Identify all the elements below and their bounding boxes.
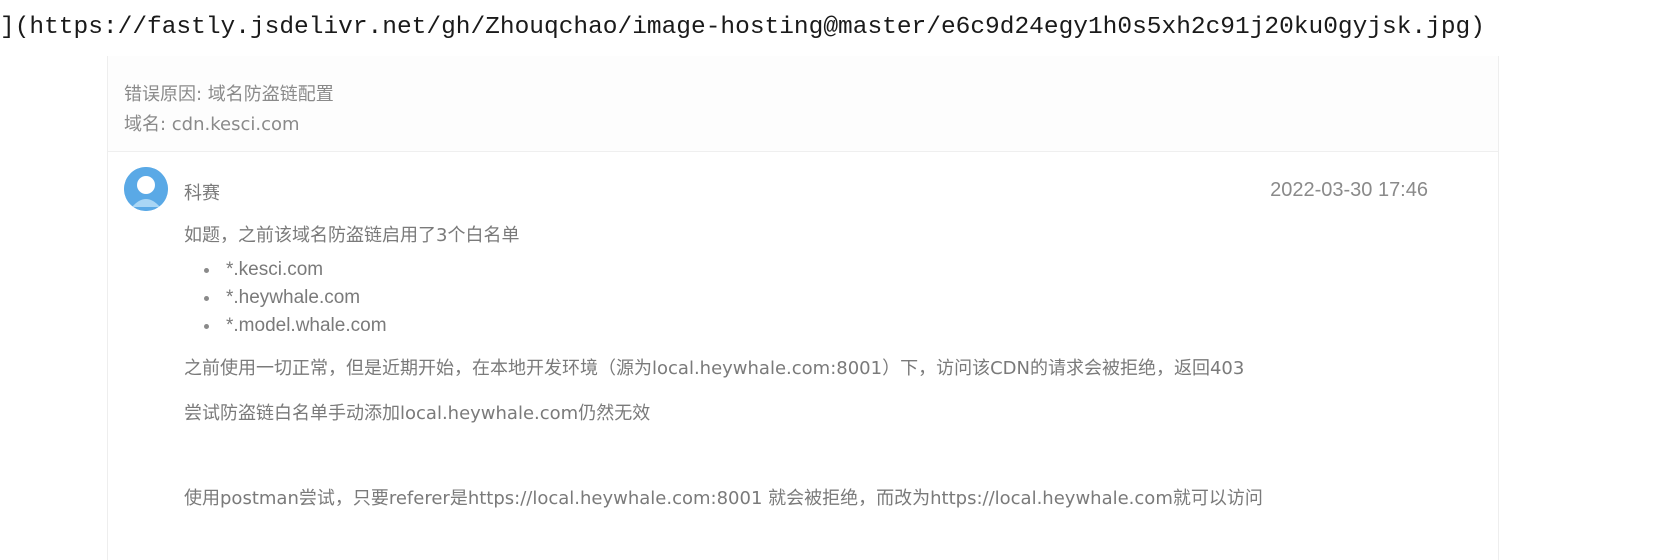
comment-author[interactable]: 科赛 xyxy=(184,179,220,205)
list-item: *.kesci.com xyxy=(198,256,387,284)
error-info-block: 错误原因: 域名防盗链配置 域名: cdn.kesci.com xyxy=(108,56,1498,152)
list-item: *.heywhale.com xyxy=(198,284,387,312)
comment-paragraph-3: 尝试防盗链白名单手动添加local.heywhale.com仍然无效 xyxy=(184,403,651,424)
comment-paragraph-2: 之前使用一切正常，但是近期开始，在本地开发环境（源为local.heywhale… xyxy=(184,358,1245,379)
comment-intro: 如题，之前该域名防盗链启用了3个白名单 xyxy=(184,225,520,246)
user-avatar-icon[interactable] xyxy=(124,167,168,211)
error-domain: 域名: cdn.kesci.com xyxy=(124,114,300,135)
list-item: *.model.whale.com xyxy=(198,312,387,340)
error-reason: 错误原因: 域名防盗链配置 xyxy=(124,84,334,105)
issue-card: 错误原因: 域名防盗链配置 域名: cdn.kesci.com 科赛 2022-… xyxy=(107,56,1499,560)
markdown-image-url: ](https://fastly.jsdelivr.net/gh/Zhouqch… xyxy=(0,14,1485,41)
comment-paragraph-4: 使用postman尝试，只要referer是https://local.heyw… xyxy=(184,488,1263,509)
whitelist-list: *.kesci.com *.heywhale.com *.model.whale… xyxy=(198,256,387,340)
comment-timestamp: 2022-03-30 17:46 xyxy=(1270,179,1428,201)
